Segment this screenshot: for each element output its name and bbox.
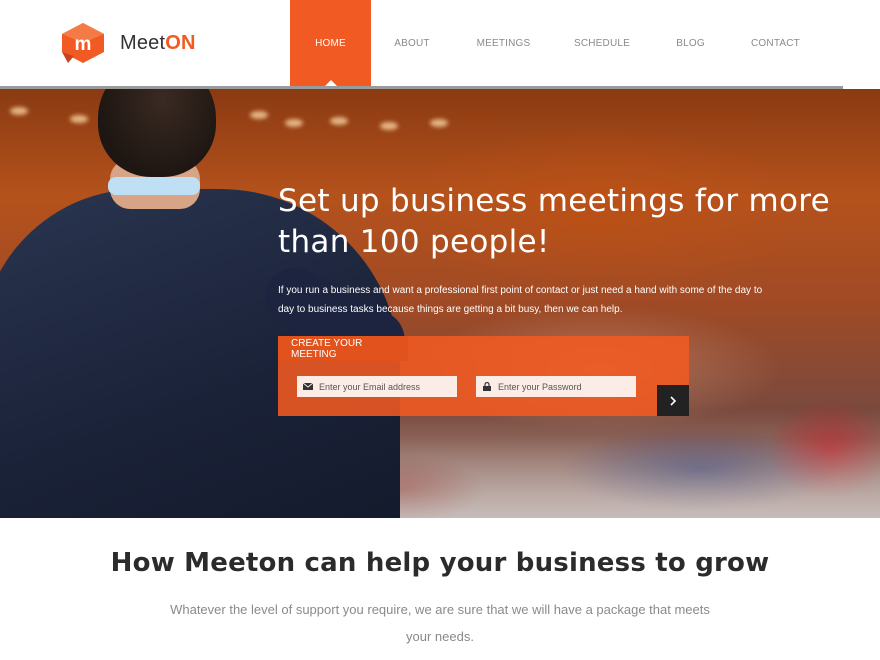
nav-schedule[interactable]: SCHEDULE bbox=[554, 0, 650, 86]
speaker-head bbox=[98, 89, 216, 177]
create-meeting-form: CREATE YOUR MEETING bbox=[278, 336, 689, 416]
section-text: Whatever the level of support you requir… bbox=[170, 602, 710, 644]
lock-icon bbox=[476, 382, 498, 391]
section-title: How Meeton can help your business to gro… bbox=[110, 548, 770, 578]
logo-text-meet: Meet bbox=[120, 31, 166, 54]
submit-button[interactable] bbox=[657, 385, 689, 416]
envelope-icon bbox=[297, 383, 319, 390]
logo-text: MeetON bbox=[120, 32, 196, 55]
logo[interactable]: m MeetON bbox=[60, 22, 196, 64]
password-input[interactable] bbox=[498, 381, 618, 392]
logo-letter: m bbox=[75, 34, 92, 55]
password-field[interactable] bbox=[476, 376, 636, 397]
speaker-collar bbox=[108, 177, 200, 195]
nav-about[interactable]: ABOUT bbox=[371, 0, 453, 86]
nav-contact[interactable]: CONTACT bbox=[731, 0, 820, 86]
nav-blog[interactable]: BLOG bbox=[650, 0, 731, 86]
nav-meetings[interactable]: MEETINGS bbox=[453, 0, 554, 86]
create-meeting-tab[interactable]: CREATE YOUR MEETING bbox=[278, 336, 408, 361]
logo-text-on: ON bbox=[165, 31, 196, 54]
site-header: m MeetON HOME ABOUT MEETINGS SCHEDULE BL… bbox=[0, 0, 880, 89]
email-input[interactable] bbox=[319, 381, 439, 392]
hero-subtitle: If you run a business and want a profess… bbox=[278, 285, 763, 315]
main-nav: HOME ABOUT MEETINGS SCHEDULE BLOG CONTAC… bbox=[290, 0, 820, 86]
email-field[interactable] bbox=[297, 376, 457, 397]
logo-mark-icon: m bbox=[62, 23, 104, 63]
nav-home[interactable]: HOME bbox=[290, 0, 371, 86]
chevron-right-icon bbox=[670, 395, 677, 406]
hero-title: Set up business meetings for more than 1… bbox=[278, 183, 831, 260]
hero-section: Set up business meetings for more than 1… bbox=[0, 89, 880, 518]
